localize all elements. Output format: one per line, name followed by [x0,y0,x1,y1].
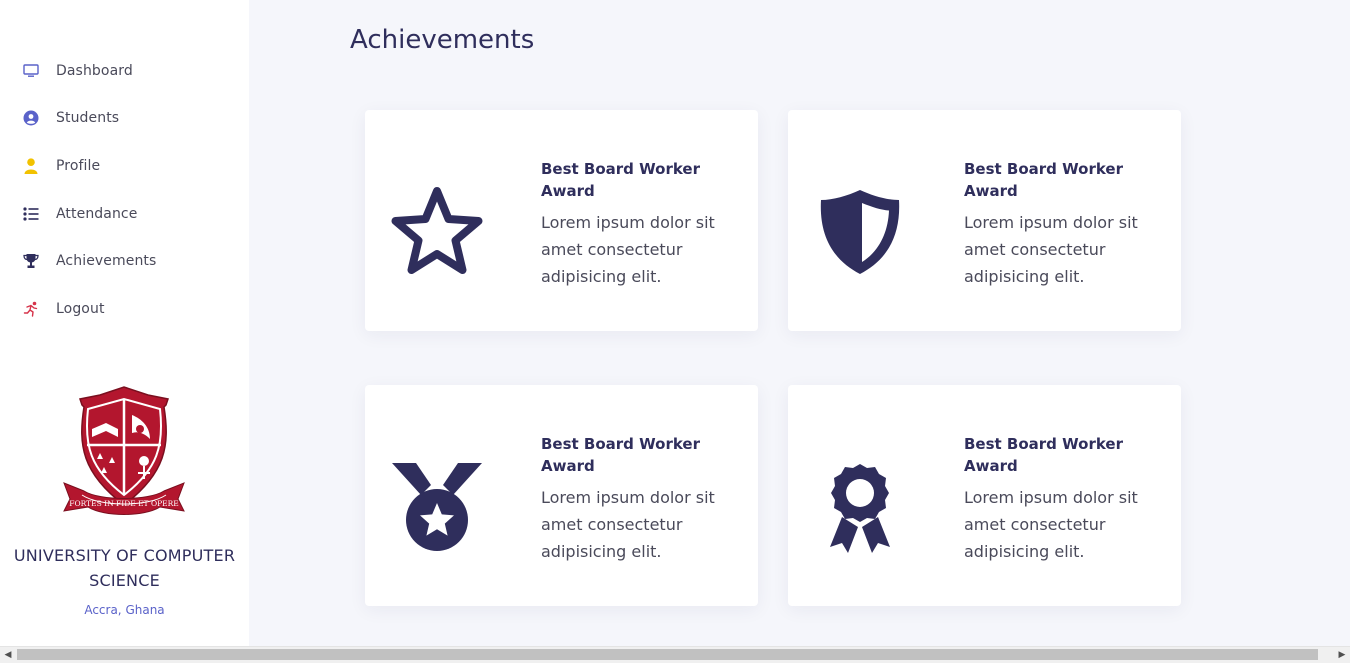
sidebar-item-students[interactable]: Students [0,95,249,143]
user-icon [22,157,40,175]
achievement-card[interactable]: Best Board Worker Award Lorem ipsum dolo… [365,385,758,606]
sidebar-item-label: Attendance [56,205,138,222]
university-crest-logo: FORTES IN FIDE ET OPERE [60,385,188,530]
card-description: Lorem ipsum dolor sit amet consectetur a… [541,213,715,286]
university-location: Accra, Ghana [84,603,165,617]
sidebar-item-profile[interactable]: Profile [0,142,249,190]
achievement-card[interactable]: Best Board Worker Award Lorem ipsum dolo… [788,385,1181,606]
sidebar-item-attendance[interactable]: Attendance [0,190,249,238]
card-title: Best Board Worker Award [541,435,701,475]
sidebar-item-label: Logout [56,300,105,317]
user-circle-icon [22,109,40,127]
sidebar-item-label: Profile [56,157,101,174]
sidebar-item-dashboard[interactable]: Dashboard [0,47,249,95]
horizontal-scrollbar[interactable]: ◀ ▶ [0,646,1350,663]
university-name: UNIVERSITY OF COMPUTER SCIENCE [13,546,236,590]
scroll-right-icon[interactable]: ▶ [1334,647,1350,663]
running-icon [22,300,40,318]
card-title: Best Board Worker Award [541,160,701,200]
star-icon [387,182,487,282]
card-description: Lorem ipsum dolor sit amet consectetur a… [541,488,715,561]
card-description: Lorem ipsum dolor sit amet consectetur a… [964,213,1138,286]
sidebar-item-label: Achievements [56,253,157,270]
card-description: Lorem ipsum dolor sit amet consectetur a… [964,488,1138,561]
svg-text:FORTES IN FIDE ET OPERE: FORTES IN FIDE ET OPERE [69,499,178,508]
trophy-icon [22,252,40,270]
scrollbar-thumb[interactable] [17,649,1318,660]
monitor-icon [22,62,40,80]
award-ribbon-icon [810,457,910,557]
page-title: Achievements [350,25,535,55]
achievement-card[interactable]: Best Board Worker Award Lorem ipsum dolo… [788,110,1181,331]
main-content: Achievements Best Board Worker Award Lor… [249,0,1350,646]
card-title: Best Board Worker Award [964,160,1124,200]
card-title: Best Board Worker Award [964,435,1124,475]
achievement-card[interactable]: Best Board Worker Award Lorem ipsum dolo… [365,110,758,331]
list-icon [22,205,40,223]
sidebar-nav: Dashboard Students Profile Attendance Ac… [0,0,249,333]
shield-icon [810,182,910,282]
scroll-left-icon[interactable]: ◀ [0,647,16,663]
medal-icon [387,457,487,557]
sidebar: Dashboard Students Profile Attendance Ac… [0,0,249,646]
sidebar-item-label: Students [56,110,120,127]
sidebar-item-label: Dashboard [56,62,133,79]
sidebar-item-achievements[interactable]: Achievements [0,237,249,285]
sidebar-item-logout[interactable]: Logout [0,285,249,333]
